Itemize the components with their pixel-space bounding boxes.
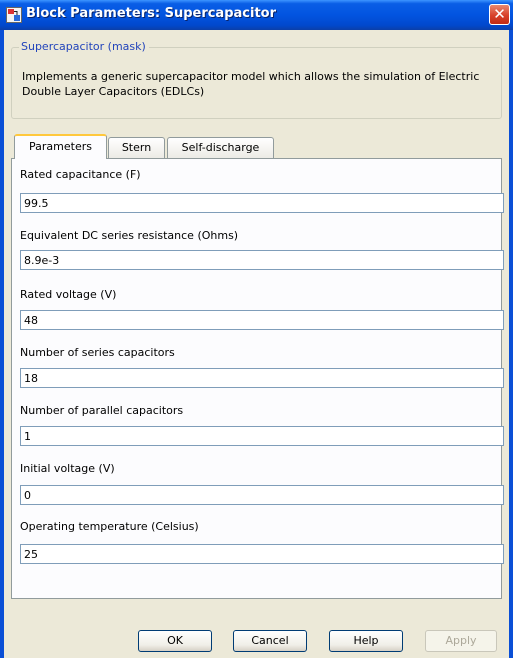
ok-button[interactable]: OK [138, 630, 212, 652]
mask-legend: Supercapacitor (mask) [19, 40, 149, 53]
mask-description: Implements a generic supercapacitor mode… [22, 70, 480, 98]
cancel-button[interactable]: Cancel [233, 630, 307, 652]
parallel-capacitors-input[interactable]: 1 [20, 426, 504, 446]
operating-temperature-label: Operating temperature (Celsius) [20, 520, 199, 533]
help-button[interactable]: Help [329, 630, 403, 652]
series-resistance-input[interactable]: 8.9e-3 [20, 250, 504, 270]
series-capacitors-label: Number of series capacitors [20, 346, 175, 359]
rated-capacitance-label: Rated capacitance (F) [20, 168, 141, 181]
close-button[interactable]: ✕ [489, 4, 510, 25]
initial-voltage-label: Initial voltage (V) [20, 462, 115, 475]
parallel-capacitors-label: Number of parallel capacitors [20, 404, 184, 417]
series-resistance-label: Equivalent DC series resistance (Ohms) [20, 229, 239, 242]
tab-self-discharge[interactable]: Self-discharge [167, 137, 274, 158]
window-title: Block Parameters: Supercapacitor [26, 6, 277, 21]
window-frame-right [509, 30, 513, 658]
operating-temperature-input[interactable]: 25 [20, 544, 504, 564]
apply-button[interactable]: Apply [425, 630, 497, 652]
title-bar[interactable]: Block Parameters: Supercapacitor ✕ [0, 0, 513, 30]
window-frame-left [0, 30, 4, 658]
rated-voltage-input[interactable]: 48 [20, 310, 504, 330]
close-icon: ✕ [493, 5, 506, 23]
rated-voltage-label: Rated voltage (V) [20, 288, 117, 301]
tab-stern[interactable]: Stern [108, 137, 165, 158]
simulink-block-icon [6, 7, 22, 23]
rated-capacitance-input[interactable]: 99.5 [20, 193, 504, 213]
series-capacitors-input[interactable]: 18 [20, 368, 504, 388]
initial-voltage-input[interactable]: 0 [20, 485, 504, 505]
tab-parameters[interactable]: Parameters [14, 134, 107, 159]
